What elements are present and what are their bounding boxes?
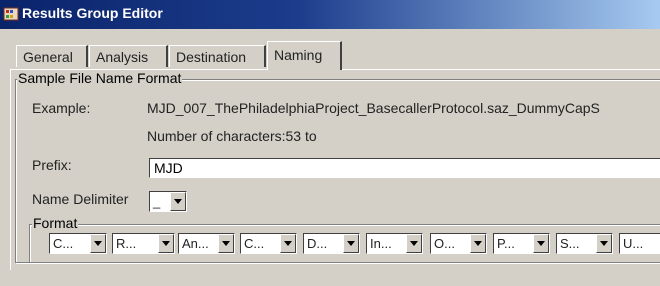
combo-value: S... (560, 236, 580, 251)
tab-label: Destination (176, 49, 247, 65)
tab-label: Analysis (96, 49, 149, 65)
combo-value: R... (116, 236, 137, 251)
example-value: MJD_007_ThePhiladelphiaProject_Basecalle… (147, 100, 600, 116)
group-legend: Sample File Name Format (17, 70, 183, 86)
title-bar: Results Group Editor (0, 0, 660, 29)
tab-label: General (23, 49, 73, 65)
combo-value: P... (497, 236, 515, 251)
example-label: Example: (32, 100, 91, 116)
chevron-down-icon[interactable] (470, 234, 486, 253)
prefix-input[interactable]: MJD (149, 158, 660, 178)
combo-value: _ (153, 194, 161, 209)
combo-value: O... (434, 236, 455, 251)
format-combo-2[interactable]: R... (112, 233, 175, 254)
chevron-down-icon[interactable] (170, 192, 186, 211)
tab-label: Naming (274, 47, 323, 63)
prefix-label: Prefix: (32, 157, 72, 173)
app-icon (3, 7, 19, 21)
format-combo-1[interactable]: C... (49, 233, 107, 254)
name-delimiter-dropdown[interactable]: _ (149, 191, 187, 212)
combo-value: C... (244, 236, 265, 251)
combo-value: In... (370, 236, 392, 251)
format-combo-5[interactable]: D... (303, 233, 360, 254)
format-combo-4[interactable]: C... (240, 233, 297, 254)
combo-value: D... (307, 236, 328, 251)
tab-general[interactable]: General (16, 45, 88, 67)
chevron-down-icon[interactable] (90, 234, 106, 253)
combo-value: C... (53, 236, 74, 251)
tab-destination[interactable]: Destination (169, 45, 266, 67)
format-combo-9[interactable]: S... (556, 233, 613, 254)
window-title: Results Group Editor (22, 5, 163, 21)
chevron-down-icon[interactable] (158, 234, 174, 253)
char-count-text: Number of characters:53 to (147, 128, 317, 144)
chevron-down-icon[interactable] (596, 234, 612, 253)
chevron-down-icon[interactable] (533, 234, 549, 253)
combo-value: U... (623, 236, 644, 251)
tab-panel-naming: Sample File Name Format Example: MJD_007… (10, 69, 660, 270)
tab-naming[interactable]: Naming (267, 41, 342, 70)
format-combo-7[interactable]: O... (430, 233, 487, 254)
format-combo-8[interactable]: P... (493, 233, 550, 254)
format-combo-3[interactable]: An... (178, 233, 235, 254)
format-combo-6[interactable]: In... (366, 233, 423, 254)
format-combo-10[interactable]: U... (619, 233, 660, 254)
chevron-down-icon[interactable] (406, 234, 422, 253)
chevron-down-icon[interactable] (343, 234, 359, 253)
format-legend: Format (32, 215, 79, 231)
tab-analysis[interactable]: Analysis (89, 45, 168, 67)
name-delimiter-label: Name Delimiter (32, 191, 129, 207)
chevron-down-icon[interactable] (218, 234, 234, 253)
combo-value: An... (182, 236, 209, 251)
chevron-down-icon[interactable] (280, 234, 296, 253)
